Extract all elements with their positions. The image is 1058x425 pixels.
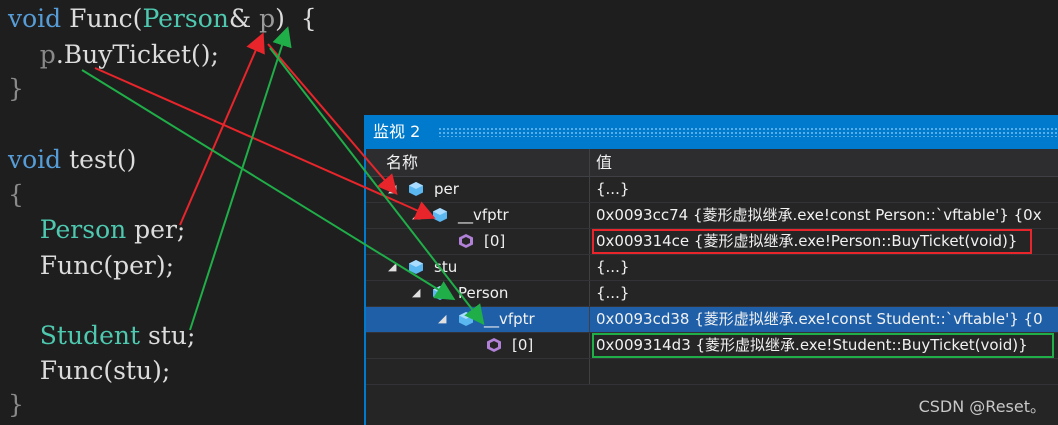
object-icon (433, 208, 447, 222)
code-line-7: Person per; (39, 215, 186, 244)
type-name: Person (142, 4, 229, 33)
watch-row-per[interactable]: ◢ per {...} (366, 177, 1058, 203)
code-line-2: p.BuyTicket(); (39, 40, 219, 69)
watch-window[interactable]: 监视 2 名称 值 ◢ per {...} ◢ __vfptr 0x0093cc… (364, 115, 1058, 425)
method-icon (487, 338, 501, 352)
row-name: per (434, 180, 459, 198)
row-value: {...} (596, 284, 630, 302)
watch-title-bar[interactable]: 监视 2 (366, 115, 1058, 149)
param-name: p (259, 4, 276, 33)
expand-triangle-icon[interactable]: ◢ (388, 261, 396, 273)
code-line-12: } (8, 390, 24, 419)
object-icon (459, 312, 473, 326)
row-name: stu (434, 258, 458, 276)
object-icon (433, 286, 447, 300)
method-icon (459, 234, 473, 248)
keyword: void (8, 4, 62, 33)
highlight-box-red (592, 229, 1032, 254)
code-line-5: void test() (8, 145, 137, 174)
row-name: [0] (512, 336, 534, 354)
column-header-value[interactable]: 值 (590, 149, 1058, 177)
watch-title: 监视 2 (373, 122, 421, 141)
highlight-box-green (592, 333, 1054, 358)
code-line-6: { (8, 180, 24, 209)
object-icon (409, 260, 423, 274)
row-name: Person (458, 284, 509, 302)
column-header-name[interactable]: 名称 (366, 149, 590, 177)
row-value: 0x0093cc74 {菱形虚拟继承.exe!const Person::`vf… (596, 206, 1042, 224)
row-name: __vfptr (484, 310, 535, 328)
code-line-8: Func(per); (39, 251, 175, 280)
object-icon (409, 182, 423, 196)
row-name: __vfptr (458, 206, 509, 224)
watch-row-stu-vfptr[interactable]: ◢ __vfptr 0x0093cd38 {菱形虚拟继承.exe!const S… (366, 307, 1058, 333)
watch-row-empty[interactable] (366, 359, 1058, 385)
code-line-3: } (8, 74, 24, 103)
row-value: 0x0093cd38 {菱形虚拟继承.exe!const Student::`v… (590, 307, 1058, 332)
row-value: {...} (596, 180, 630, 198)
code-line-11: Func(stu); (39, 356, 171, 385)
expand-triangle-icon[interactable]: ◢ (388, 183, 396, 195)
watch-row-stu[interactable]: ◢ stu {...} (366, 255, 1058, 281)
expand-triangle-icon[interactable]: ◢ (438, 313, 446, 325)
watch-row-stu-person[interactable]: ◢ Person {...} (366, 281, 1058, 307)
title-grip (438, 127, 1058, 137)
expand-triangle-icon[interactable]: ◢ (412, 209, 420, 221)
row-name: [0] (484, 232, 506, 250)
watermark: CSDN @Reset。 (918, 397, 1046, 416)
code-line-1: void Func(Person& p) { (8, 4, 317, 33)
expand-triangle-icon[interactable]: ◢ (412, 287, 420, 299)
row-value: {...} (596, 258, 630, 276)
code-line-10: Student stu; (39, 321, 196, 350)
watch-row-per-vfptr[interactable]: ◢ __vfptr 0x0093cc74 {菱形虚拟继承.exe!const P… (366, 203, 1058, 229)
